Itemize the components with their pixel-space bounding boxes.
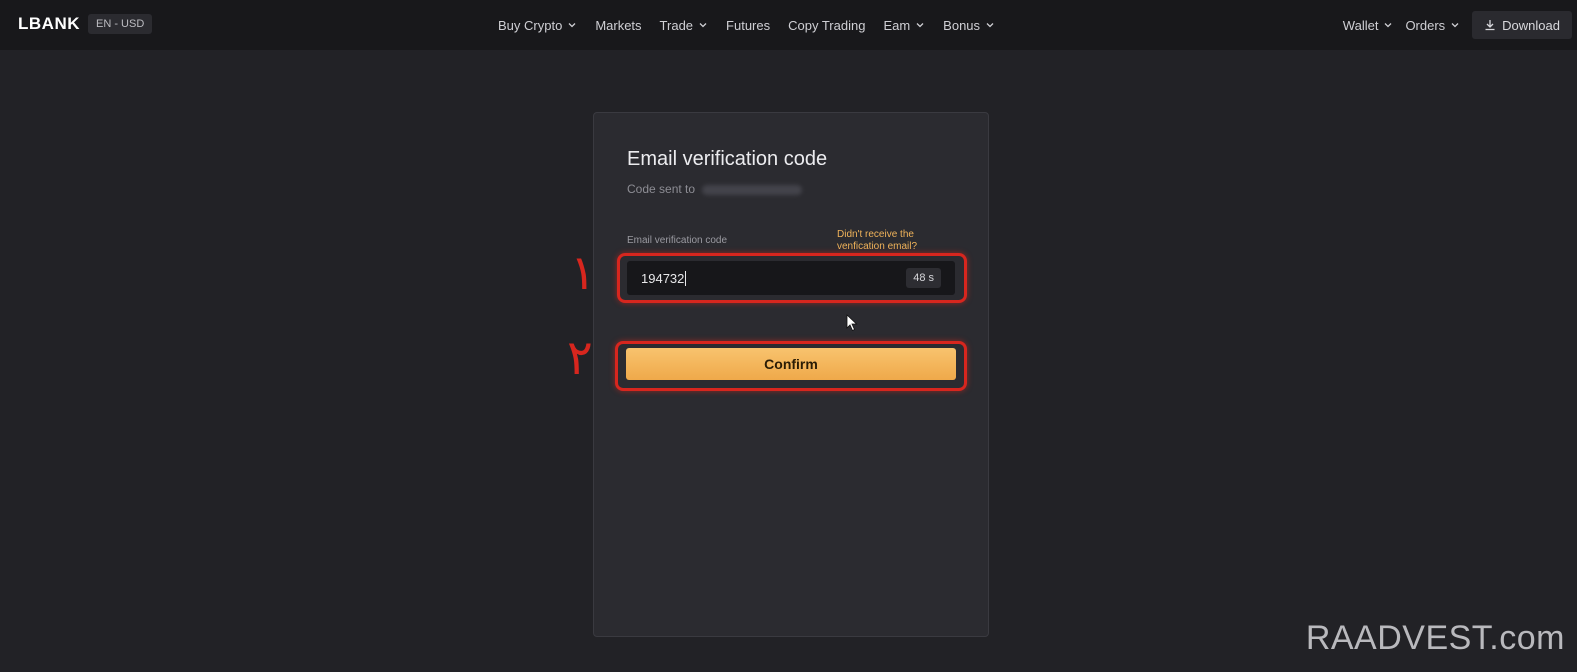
resend-email-link[interactable]: Didn't receive the venfication email? xyxy=(837,229,947,253)
top-navigation-bar: LBANK EN - USD Buy Crypto Markets Trade … xyxy=(0,0,1577,50)
nav-copy-trading[interactable]: Copy Trading xyxy=(788,18,865,33)
orders-label: Orders xyxy=(1405,17,1446,33)
header-right-actions: Wallet Orders Download xyxy=(1343,0,1577,50)
wallet-menu[interactable]: Wallet xyxy=(1343,18,1394,33)
nav-buy-crypto[interactable]: Buy Crypto xyxy=(498,18,577,33)
locale-currency-selector[interactable]: EN - USD xyxy=(88,14,153,34)
wallet-label: Wallet xyxy=(1342,17,1379,33)
annotation-number-2: ٢ xyxy=(567,330,593,386)
page-title: Email verification code xyxy=(627,148,828,170)
nav-trade[interactable]: Trade xyxy=(660,18,708,33)
nav-label: Markets xyxy=(595,17,642,33)
code-sent-text: Code sent to xyxy=(627,182,803,196)
download-button[interactable]: Download xyxy=(1472,11,1572,39)
annotation-number-1: ١ xyxy=(570,245,596,301)
code-field-label: Email verification code xyxy=(627,235,728,246)
lbank-logo[interactable]: LBANK xyxy=(18,14,80,34)
download-label: Download xyxy=(1502,17,1560,33)
blurred-email-address xyxy=(702,184,803,195)
nav-futures[interactable]: Futures xyxy=(726,18,770,33)
download-icon xyxy=(1485,20,1495,31)
nav-label: Eam xyxy=(883,17,911,33)
resend-countdown-badge: 48 s xyxy=(906,268,941,288)
nav-earn[interactable]: Eam xyxy=(883,18,925,33)
orders-menu[interactable]: Orders xyxy=(1405,18,1460,33)
confirm-button[interactable]: Confirm xyxy=(626,348,956,380)
code-sent-prefix: Code sent to xyxy=(627,182,696,196)
main-nav: Buy Crypto Markets Trade Futures Copy Tr… xyxy=(498,0,995,50)
nav-label: Trade xyxy=(659,17,694,33)
mouse-pointer-icon xyxy=(846,314,858,332)
chevron-down-icon xyxy=(1451,23,1459,28)
nav-label: Futures xyxy=(726,17,771,33)
nav-label: Buy Crypto xyxy=(498,17,563,33)
chevron-down-icon xyxy=(986,23,994,28)
watermark-text: RAADVEST.com xyxy=(1305,619,1565,657)
chevron-down-icon xyxy=(916,23,924,28)
nav-label: Copy Trading xyxy=(788,17,866,33)
chevron-down-icon xyxy=(568,23,576,28)
chevron-down-icon xyxy=(1384,23,1392,28)
nav-markets[interactable]: Markets xyxy=(595,18,641,33)
chevron-down-icon xyxy=(699,23,707,28)
verification-code-input[interactable]: 194732 48 s xyxy=(627,261,955,295)
nav-label: Bonus xyxy=(943,17,981,33)
nav-bonus[interactable]: Bonus xyxy=(943,18,995,33)
email-verification-card: Email verification code Code sent to Ema… xyxy=(593,112,989,637)
text-caret xyxy=(685,270,687,286)
code-value: 194732 xyxy=(641,270,685,286)
